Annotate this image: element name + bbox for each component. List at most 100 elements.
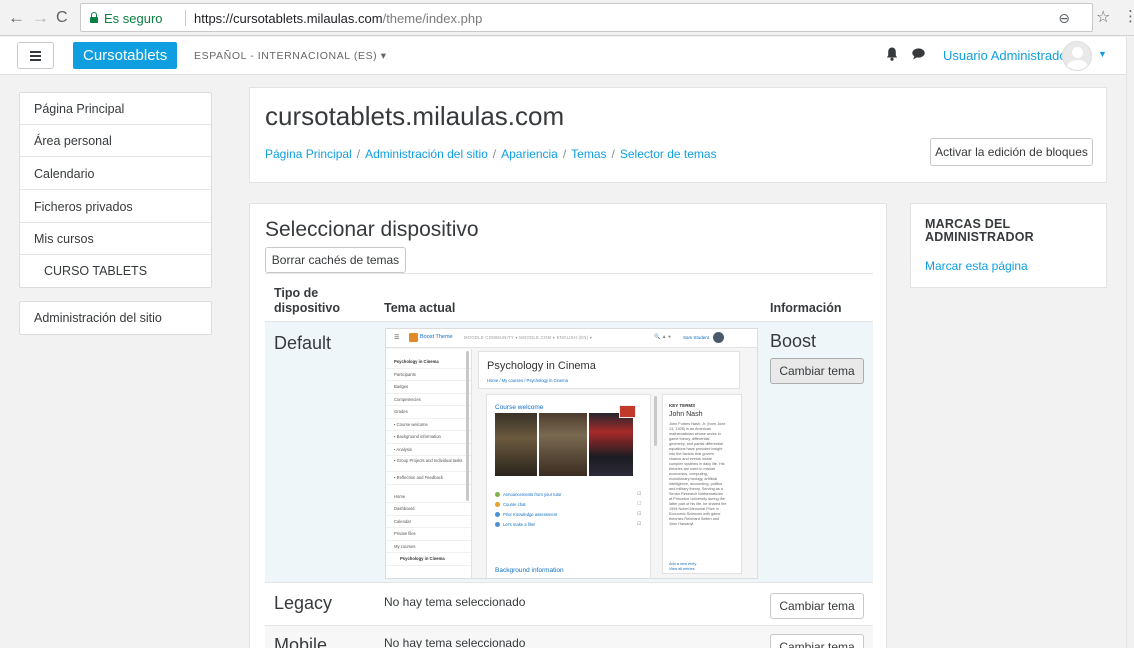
list-item: Psychology in Cinema [386,356,471,369]
preview-section-title: Background information [495,567,564,574]
list-item: Private files [386,528,471,541]
browser-toolbar: ← → C Es seguro https://cursotablets.mil… [0,0,1134,36]
change-theme-button[interactable]: Cambiar tema [770,634,864,648]
device-name: Default [274,333,332,353]
address-bar[interactable]: Es seguro https://cursotablets.milaulas.… [80,3,1093,32]
preview-breadcrumb: Home / My courses / Psychology in Cinema [487,378,568,383]
url-text[interactable]: https://cursotablets.milaulas.com/theme/… [194,11,482,26]
list-item: ▪ Course welcome [386,419,471,431]
drawer-item-private-files[interactable]: Ficheros privados [20,191,211,223]
column-header-theme: Tema actual [384,301,456,315]
current-theme-name: Boost [770,331,817,351]
device-name: Legacy [274,593,333,613]
forward-arrow-icon[interactable]: → [32,8,49,28]
breadcrumb-item[interactable]: Administración del sitio [365,147,488,161]
no-theme-text: No hay tema seleccionado [384,595,526,609]
breadcrumb-item[interactable]: Selector de temas [620,147,717,161]
list-item: Badges [386,381,471,394]
star-icon[interactable]: ☆ [1096,7,1110,27]
preview-menu: MOODLE COMMUNITY ▾ MOODLE.COM ▾ ENGLISH … [464,335,593,340]
logo-icon [409,333,418,342]
drawer-item-home[interactable]: Página Principal [20,93,211,125]
user-menu-name[interactable]: Usuario Administrador [943,48,1071,63]
key-terms-title: KEY TERMS [669,403,696,408]
preview-scrollbar [654,396,657,446]
menu-dots-icon[interactable]: ⋮ [1123,7,1134,25]
reload-icon[interactable]: C [56,8,68,28]
preview-title: Psychology in Cinema [487,360,596,372]
device-name: Mobile [274,635,328,648]
preview-scrollbar [466,351,469,501]
checkbox-icon: ⊡ [637,521,642,527]
zoom-icon[interactable]: ⊖ [1058,10,1070,27]
language-menu[interactable]: ESPAÑOL - INTERNACIONAL (ES) ▾ [194,50,387,62]
drawer-item-course[interactable]: CURSO TABLETS [20,255,211,287]
list-item: ▪ Background information [386,431,471,444]
column-header-device: Tipo de dispositivo [274,286,340,315]
list-item: My courses [386,541,471,553]
notification-bell-icon[interactable] [886,47,898,61]
list-item: Prior Knowledge assessment [495,512,557,518]
theme-selector-card: Seleccionar dispositivo Borrar cachés de… [249,203,887,648]
change-theme-button[interactable]: Cambiar tema [770,358,864,384]
preview-sidebar: Psychology in Cinema Participants Badges… [386,349,472,578]
hamburger-icon: ☰ [394,335,400,341]
drawer-item-calendar[interactable]: Calendario [20,158,211,190]
list-item: Psychology in Cinema [386,553,471,566]
list-item: Calendar [386,516,471,528]
breadcrumb-item[interactable]: Apariencia [501,147,558,161]
site-brand-link[interactable]: Cursotablets [73,42,178,69]
back-arrow-icon[interactable]: ← [8,8,25,28]
nav-drawer-admin: Administración del sitio [19,301,212,335]
list-item: Course chat [495,502,526,508]
section-heading: Seleccionar dispositivo [265,218,479,241]
preview-icons: 🔍 ▲ ● [654,334,671,340]
list-item: Let's make a film! [495,522,535,528]
messages-icon[interactable] [912,48,925,60]
key-terms-name: John Nash [669,411,703,418]
breadcrumb-item[interactable]: Página Principal [265,147,352,161]
top-navbar: Cursotablets ESPAÑOL - INTERNACIONAL (ES… [0,37,1126,75]
table-row: Legacy No hay tema seleccionado Cambiar … [265,582,873,625]
checkbox-icon: ⊡ [637,491,642,497]
drawer-item-dashboard[interactable]: Área personal [20,125,211,157]
preview-brand: Boost Theme [420,334,453,340]
secure-label: Es seguro [104,11,163,26]
list-item: ▪ Group Projects and Individual tasks [386,456,471,472]
bookmark-page-link[interactable]: Marcar esta página [925,259,1028,273]
admin-bookmarks-block: MARCAS DEL ADMINISTRADOR Marcar esta pág… [910,203,1107,288]
checkbox-icon: ☐ [637,501,642,507]
change-theme-button[interactable]: Cambiar tema [770,593,864,619]
avatar[interactable] [1062,41,1092,71]
preview-navbar: ☰ Boost Theme MOODLE COMMUNITY ▾ MOODLE.… [386,329,757,348]
film-poster-image [495,413,537,476]
breadcrumb-item[interactable]: Temas [571,147,606,161]
list-item: Grades [386,406,471,419]
nav-drawer: Página Principal Área personal Calendari… [19,92,212,288]
hamburger-menu-button[interactable] [17,42,54,69]
list-item: Home [386,491,471,503]
table-row: Mobile No hay tema seleccionado Cambiar … [265,625,873,648]
turn-editing-on-button[interactable]: Activar la edición de bloques [930,138,1093,166]
preview-key-terms-block: KEY TERMS John Nash John Forbes Nash, Jr… [662,394,742,574]
chevron-down-icon[interactable]: ▼ [1098,49,1107,59]
clear-theme-caches-button[interactable]: Borrar cachés de temas [265,247,406,273]
preview-section-title: Course welcome [495,404,544,411]
film-poster-image [589,413,633,476]
column-header-info: Información [770,301,842,315]
preview-user: Sam Student [683,335,710,340]
drawer-item-site-admin[interactable]: Administración del sitio [20,302,211,334]
theme-screenshot: ☰ Boost Theme MOODLE COMMUNITY ▾ MOODLE.… [385,328,758,579]
table-header: Tipo de dispositivo Tema actual Informac… [265,273,873,321]
block-title: MARCAS DEL ADMINISTRADOR [925,217,1034,244]
key-terms-body: John Forbes Nash, Jr. (born June 13, 1928… [669,422,727,526]
table-row: Default ☰ Boost Theme MOODLE COMMUNITY ▾… [265,321,873,582]
film-poster-image [539,413,587,476]
avatar [713,332,724,343]
page-header: cursotablets.milaulas.com Página Princip… [249,87,1107,183]
drawer-item-my-courses[interactable]: Mis cursos [20,223,211,255]
film-tag-image [619,405,636,418]
page-scrollbar[interactable] [1126,37,1134,648]
list-item: Competencies [386,394,471,406]
lock-icon [90,12,98,23]
